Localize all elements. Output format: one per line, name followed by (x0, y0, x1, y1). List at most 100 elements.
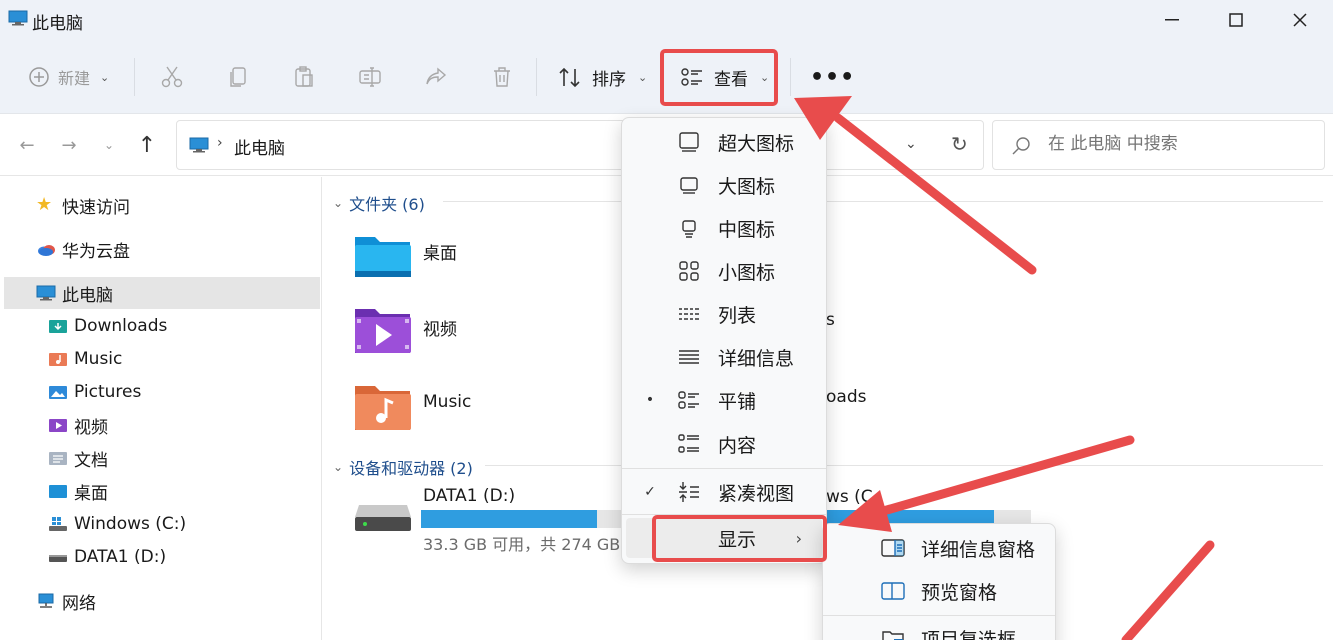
forward-button[interactable]: → (58, 134, 80, 156)
chevron-down-icon: ⌄ (333, 460, 344, 474)
sidebar-item-label: Windows (C:) (74, 514, 187, 534)
sidebar-item-label: DATA1 (D:) (74, 547, 167, 567)
menu-divider (823, 615, 1055, 616)
menu-divider (622, 468, 826, 469)
window-title: 此电脑 (32, 14, 83, 34)
breadcrumb-this-pc[interactable]: 此电脑 (234, 134, 285, 159)
sidebar-item-label: 文档 (74, 450, 108, 471)
toolbar-divider (134, 58, 135, 96)
menu-item-label: 大图标 (718, 175, 776, 198)
sort-button[interactable]: 排序 ⌄ (558, 40, 647, 114)
menu-item-content[interactable]: 内容 (622, 424, 826, 464)
maximize-icon (1229, 13, 1243, 27)
close-button[interactable] (1280, 6, 1320, 34)
cut-icon[interactable] (160, 65, 184, 89)
arrow-up-icon: ↑ (137, 132, 157, 158)
menu-item-label: 中图标 (718, 218, 776, 241)
sidebar-item-downloads[interactable]: Downloads (0, 310, 320, 342)
sidebar-item-huawei-cloud[interactable]: 华为云盘 (0, 233, 320, 265)
refresh-icon[interactable]: ↻ (951, 132, 968, 156)
menu-item-mark: ✓ (644, 484, 656, 500)
sidebar-item-desktop[interactable]: 桌面 (0, 475, 320, 507)
submenu-item-preview-pane[interactable]: 预览窗格 (823, 571, 1055, 611)
menu-item-label: 平铺 (718, 390, 757, 413)
submenu-item-details-pane[interactable]: 详细信息窗格 (823, 528, 1055, 568)
windows-drive-icon (49, 517, 67, 531)
sidebar-item-network[interactable]: 网络 (0, 585, 320, 617)
paste-icon[interactable] (292, 65, 316, 89)
medium-icons-icon (682, 220, 696, 238)
menu-item-details[interactable]: 详细信息 (622, 337, 826, 377)
sidebar-item-this-pc[interactable]: 此电脑 (4, 277, 320, 309)
details-icon (679, 350, 699, 364)
copy-icon[interactable] (226, 65, 250, 89)
submenu-item-item-checkboxes[interactable]: 项目复选框 (823, 618, 1055, 640)
sidebar-item-windows-c[interactable]: Windows (C:) (0, 508, 320, 540)
folder-tile-music[interactable]: Music (353, 384, 471, 434)
arrow-left-icon: ← (19, 134, 35, 156)
recent-locations-button[interactable]: ⌄ (98, 134, 120, 156)
minimize-button[interactable] (1152, 6, 1192, 34)
more-options-button[interactable]: ••• (810, 40, 855, 114)
cloud-icon (38, 245, 55, 256)
up-button[interactable]: ↑ (136, 132, 158, 158)
close-icon (1293, 13, 1307, 27)
chevron-down-icon: ⌄ (333, 196, 344, 210)
drive-label: DATA1 (D:) (423, 486, 516, 506)
menu-item-label: 小图标 (718, 261, 776, 284)
sidebar-item-label: 桌面 (74, 483, 108, 504)
menu-item-medium-icons[interactable]: 中图标 (622, 208, 826, 248)
menu-item-compact-view[interactable]: ✓ 紧凑视图 (622, 472, 826, 512)
arrow-right-icon: → (61, 134, 77, 156)
menu-item-tiles[interactable]: • 平铺 (622, 380, 826, 420)
menu-item-large-icons[interactable]: 大图标 (622, 165, 826, 205)
delete-icon[interactable] (490, 65, 514, 89)
sort-icon (559, 67, 580, 88)
sidebar-item-videos[interactable]: 视频 (0, 409, 320, 441)
new-button[interactable]: 新建 ⌄ (28, 40, 109, 114)
rename-icon[interactable] (358, 65, 382, 89)
view-menu: 超大图标 大图标 中图标 小图标 列表 详细信息 • 平铺 内容 ✓ 紧凑视图 (621, 117, 827, 564)
menu-item-small-icons[interactable]: 小图标 (622, 251, 826, 291)
drive-usage-fill (421, 510, 597, 528)
address-bar[interactable]: › 此电脑 ⌄ ↻ (176, 120, 984, 170)
videos-folder-icon (49, 419, 67, 432)
highlight-show-item (652, 515, 827, 562)
search-box[interactable] (992, 120, 1325, 170)
sidebar-item-music[interactable]: Music (0, 343, 320, 375)
folders-group-header[interactable]: ⌄ 文件夹 (6) (333, 191, 425, 215)
menu-item-label: 超大图标 (718, 132, 795, 155)
folder-tile-desktop[interactable]: 桌面 (353, 231, 457, 281)
title-bar: 此电脑 (0, 0, 1333, 40)
drive-icon (355, 505, 411, 531)
menu-item-extra-large-icons[interactable]: 超大图标 (622, 122, 826, 162)
sidebar-item-label: 华为云盘 (62, 241, 130, 262)
drive-tile-data1[interactable] (353, 487, 413, 537)
share-icon[interactable] (424, 65, 448, 89)
new-label: 新建 (58, 69, 91, 88)
search-input[interactable] (1048, 134, 1308, 154)
menu-item-list[interactable]: 列表 (622, 294, 826, 334)
sidebar-item-data1-d[interactable]: DATA1 (D:) (0, 541, 320, 573)
folder-tile-videos[interactable]: 视频 (353, 307, 457, 357)
pictures-folder-icon (49, 386, 67, 399)
content-icon (678, 434, 699, 453)
computer-icon (8, 10, 28, 26)
sidebar-item-pictures[interactable]: Pictures (0, 376, 320, 408)
videos-folder-icon (355, 309, 411, 353)
menu-item-label: 列表 (718, 304, 757, 327)
submenu-item-label: 预览窗格 (921, 581, 998, 604)
sidebar-item-quick-access[interactable]: ★ 快速访问 (0, 189, 320, 221)
drive-usage-bar (421, 510, 621, 528)
sidebar-item-documents[interactable]: 文档 (0, 442, 320, 474)
menu-item-label: 紧凑视图 (718, 482, 795, 505)
maximize-button[interactable] (1216, 6, 1256, 34)
compact-view-icon (679, 482, 699, 502)
folder-label: Music (423, 392, 472, 412)
address-history-dropdown[interactable]: ⌄ (905, 136, 917, 152)
devices-group-header[interactable]: ⌄ 设备和驱动器 (2) (333, 455, 473, 479)
chevron-down-icon: ⌄ (100, 70, 110, 84)
sidebar-item-label: 此电脑 (62, 285, 113, 306)
back-button[interactable]: ← (16, 134, 38, 156)
folder-label: 桌面 (423, 244, 457, 264)
